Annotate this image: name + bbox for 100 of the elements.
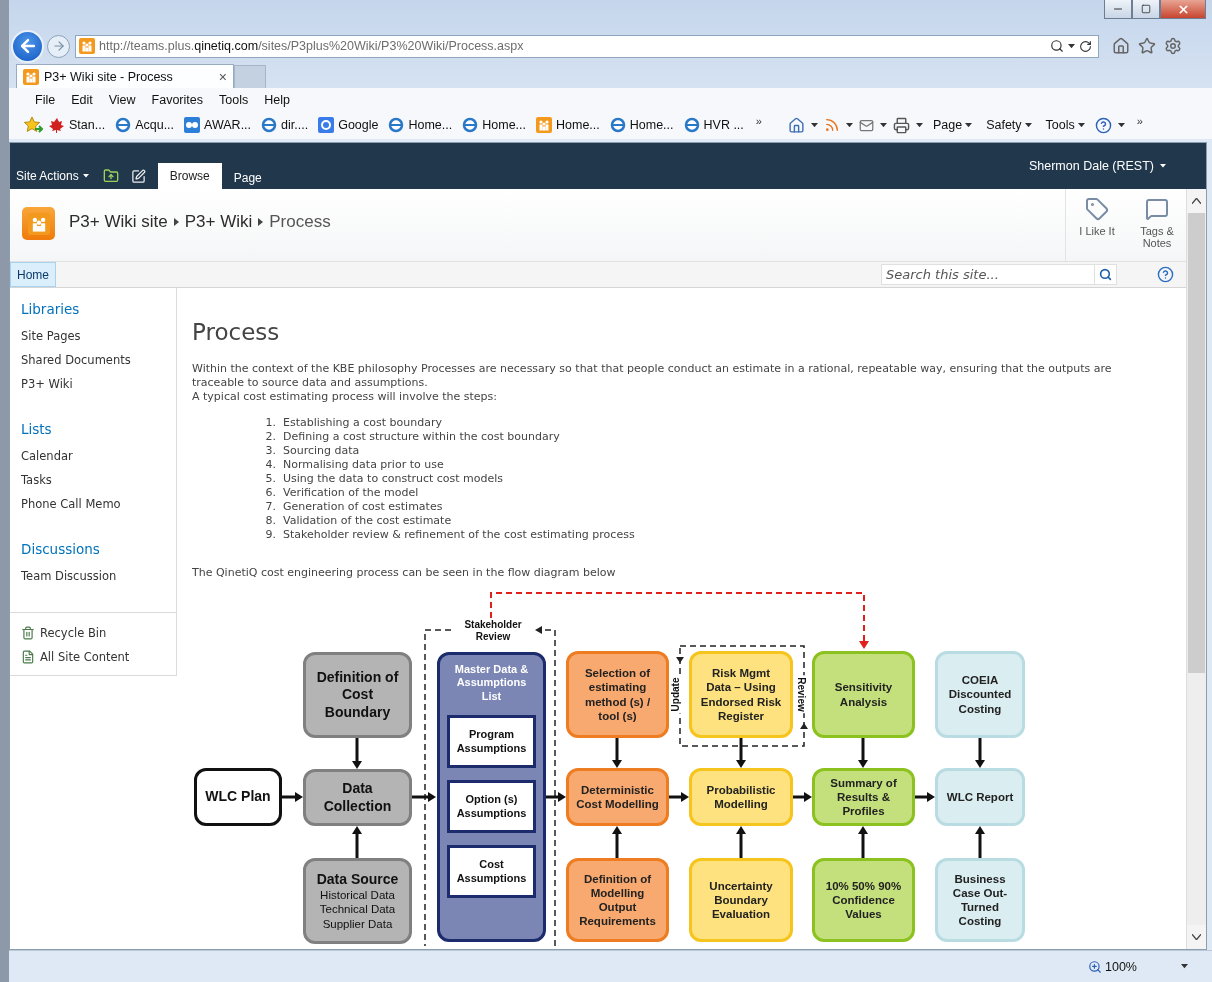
help-icon[interactable] [1094, 116, 1112, 134]
caret-icon [1181, 964, 1188, 969]
nav-link[interactable]: Shared Documents [21, 348, 176, 372]
nav-link[interactable]: P3+ Wiki [21, 372, 176, 396]
browser-tab[interactable]: P3+ Wiki site - Process × [16, 64, 234, 88]
scroll-up-icon[interactable] [1192, 198, 1201, 204]
caret-icon [1024, 122, 1032, 128]
nav-link[interactable]: Recycle Bin [21, 621, 176, 645]
menu-item[interactable]: File [27, 92, 64, 107]
close-button[interactable] [1160, 0, 1206, 19]
search-icon[interactable] [1050, 39, 1064, 53]
search-button[interactable] [1095, 264, 1117, 285]
step-item: Verification of the model [283, 486, 420, 500]
process-box: Definition of Modelling Output Requirements [566, 858, 669, 942]
browser-icon [388, 117, 405, 133]
process-box: Summary of Results & Profiles [812, 768, 915, 826]
add-favorite-icon[interactable] [23, 116, 43, 134]
home-icon[interactable] [787, 116, 805, 134]
step-number: 7. [264, 500, 276, 514]
menu-item[interactable]: Tools [211, 92, 257, 107]
step-item: Using the data to construct cost models [283, 472, 505, 486]
more-favorites-button[interactable]: » [749, 115, 768, 127]
favorites-link[interactable]: Home... [532, 117, 604, 133]
process-box: Business Case Out- Turned Costing [935, 858, 1025, 942]
favorites-link[interactable]: HVR ... [679, 117, 748, 133]
favorites-link[interactable]: Stan... [45, 117, 110, 133]
step-item: Stakeholder review & refinement of the cost estimating process [283, 528, 635, 542]
nav-heading[interactable]: Discussions [21, 540, 176, 558]
ribbon-tab[interactable]: Page [221, 167, 274, 189]
command-menu[interactable]: Page [928, 118, 977, 132]
browser-icon [683, 117, 700, 133]
process-box: Selection of estimating method (s) / tool (s) [566, 651, 669, 738]
home-icon[interactable] [1112, 37, 1130, 55]
browser-icon [261, 117, 278, 133]
site-actions-menu[interactable]: Site Actions [16, 163, 95, 189]
address-field[interactable]: http://teams.plus.qinetiq.com/sites/P3plus%20Wiki/P3%20Wiki/Process.aspx [75, 34, 1099, 58]
nav-link[interactable]: Team Discussion [21, 564, 176, 588]
favorites-link[interactable]: AWAR... [180, 117, 256, 133]
like-button[interactable]: I Like It [1066, 189, 1128, 261]
favorites-link[interactable]: Home... [605, 117, 678, 133]
box-detail: Historical Data Technical Data Supplier Data [319, 887, 396, 932]
caret-icon [965, 122, 973, 128]
edit-icon[interactable] [130, 168, 146, 184]
maximize-button[interactable] [1132, 0, 1160, 19]
search-field[interactable]: Search this site... [881, 264, 1095, 285]
refresh-icon[interactable] [1079, 39, 1092, 53]
more-commands-button[interactable]: » [1130, 115, 1149, 127]
nav-heading[interactable]: Lists [21, 420, 176, 438]
nav-link[interactable]: Calendar [21, 444, 176, 468]
menu-item[interactable]: Favorites [143, 92, 211, 107]
print-icon[interactable] [892, 116, 910, 134]
nav-link[interactable]: Phone Call Memo [21, 492, 176, 516]
favorites-link[interactable]: dir.... [257, 117, 313, 133]
menu-item[interactable]: View [100, 92, 144, 107]
settings-icon[interactable] [1164, 37, 1182, 55]
command-menu[interactable]: Tools [1041, 118, 1089, 132]
favorites-link[interactable]: Home... [384, 117, 457, 133]
arrow [858, 826, 868, 858]
step-item: Establishing a cost boundary [283, 416, 443, 430]
arrow [412, 792, 436, 802]
nav-link[interactable]: Tasks [21, 468, 176, 492]
menu-item[interactable]: Edit [63, 92, 101, 107]
step-number: 5. [264, 472, 276, 486]
ribbon-tab[interactable]: Browse [157, 163, 222, 189]
nav-link[interactable]: All Site Content [21, 645, 176, 669]
nav-heading[interactable]: Libraries [21, 300, 176, 318]
favorites-link[interactable]: Home... [458, 117, 530, 133]
step-number: 4. [264, 458, 276, 472]
zoom-menu[interactable]: 100% [1084, 959, 1141, 974]
favorites-link[interactable]: Acqu... [111, 117, 179, 133]
tags-notes-button[interactable]: Tags & Notes [1128, 189, 1186, 261]
favorites-link[interactable]: Google [314, 117, 383, 133]
scrollbar[interactable] [1186, 189, 1206, 949]
step-number: 9. [264, 528, 276, 542]
arrow [612, 826, 622, 858]
back-button[interactable] [11, 29, 44, 63]
scroll-down-icon[interactable] [1192, 934, 1201, 940]
arrow [612, 738, 622, 768]
tag-icon [1085, 197, 1109, 221]
nav-tab[interactable]: Home [10, 262, 56, 287]
feed-icon[interactable] [823, 117, 840, 133]
box-title: Data Source [316, 870, 399, 888]
page-title: Process [192, 318, 281, 346]
speech-bubble-icon [1145, 197, 1169, 221]
help-icon[interactable] [1157, 266, 1174, 283]
breadcrumb-link[interactable]: P3+ Wiki site [69, 212, 168, 232]
minimize-button[interactable] [1104, 0, 1132, 19]
user-menu[interactable]: Shermon Dale (REST) [1028, 159, 1166, 173]
favorites-star-icon[interactable] [1138, 37, 1156, 55]
browser-icon [609, 117, 626, 133]
breadcrumb-link[interactable]: P3+ Wiki [184, 212, 253, 232]
panel-title: Master Data & Assumptions List [454, 663, 529, 704]
command-menu[interactable]: Safety [982, 118, 1036, 132]
folder-up-icon[interactable] [102, 168, 119, 184]
caret-icon [879, 122, 887, 128]
mail-icon[interactable] [858, 117, 874, 133]
menu-item[interactable]: Help [256, 92, 298, 107]
process-box: COEIA Discounted Costing [935, 651, 1025, 738]
nav-link[interactable]: Site Pages [21, 324, 176, 348]
tab-close-button[interactable]: × [218, 68, 227, 85]
